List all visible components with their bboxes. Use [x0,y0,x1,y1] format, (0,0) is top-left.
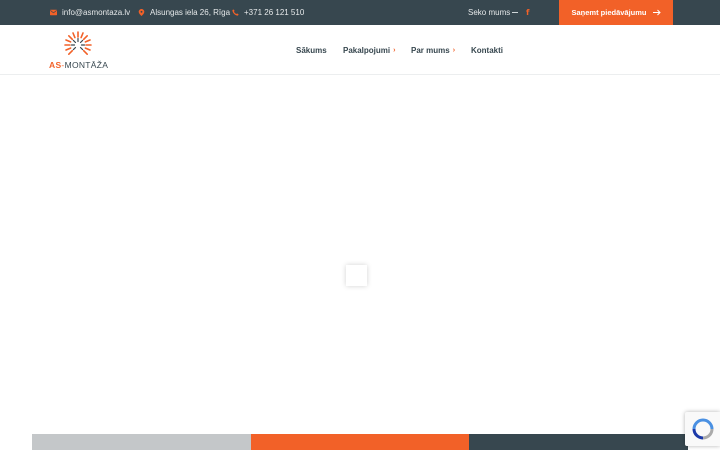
logo[interactable]: AS-MONTĀŽA [49,31,111,71]
top-bar: info@asmontaza.lv Alsungas iela 26, Rīga… [0,0,720,25]
nav-item-label: Kontakti [471,45,503,55]
recaptcha-icon [692,418,713,440]
get-offer-label: Saņemt piedāvājumu [571,8,647,17]
follow-text: Seko mums [468,8,511,17]
chevron-right-icon: › [452,46,456,54]
feature-strip-orange [251,434,469,450]
feature-strip-gray [32,434,251,450]
phone-text: +371 26 121 510 [244,8,305,17]
nav-item-label: Par mums [411,45,450,55]
nav-item-label: Sākums [296,45,327,55]
get-offer-button[interactable]: Saņemt piedāvājumu [559,0,673,25]
facebook-icon[interactable]: f [526,0,529,25]
follow-divider [512,12,518,13]
logo-as: AS [49,60,62,70]
nav-item-pakalpojumi[interactable]: Pakalpojumi › [343,46,395,55]
logo-name: MONTĀŽA [64,60,109,70]
nav-item-label: Pakalpojumi [343,45,391,55]
email-link[interactable]: info@asmontaza.lv [50,0,130,25]
phone-icon [232,9,239,16]
envelope-icon [50,9,57,16]
map-pin-icon [138,9,145,16]
page-loader [346,265,367,286]
feature-strip-dark [469,434,688,450]
logo-text: AS-MONTĀŽA [49,60,108,70]
follow-label: Seko mums [468,0,510,25]
logo-mark-icon [64,31,92,55]
arrow-right-icon [652,9,661,16]
email-text: info@asmontaza.lv [62,8,131,17]
recaptcha-badge[interactable] [685,412,720,446]
address-info: Alsungas iela 26, Rīga [138,0,230,25]
phone-link[interactable]: +371 26 121 510 [232,0,304,25]
chevron-right-icon: › [393,46,396,54]
nav-item-kontakti[interactable]: Kontakti [471,46,503,55]
nav-item-sakums[interactable]: Sākums [296,46,327,55]
address-text: Alsungas iela 26, Rīga [150,8,231,17]
nav-item-par-mums[interactable]: Par mums › [411,46,455,55]
